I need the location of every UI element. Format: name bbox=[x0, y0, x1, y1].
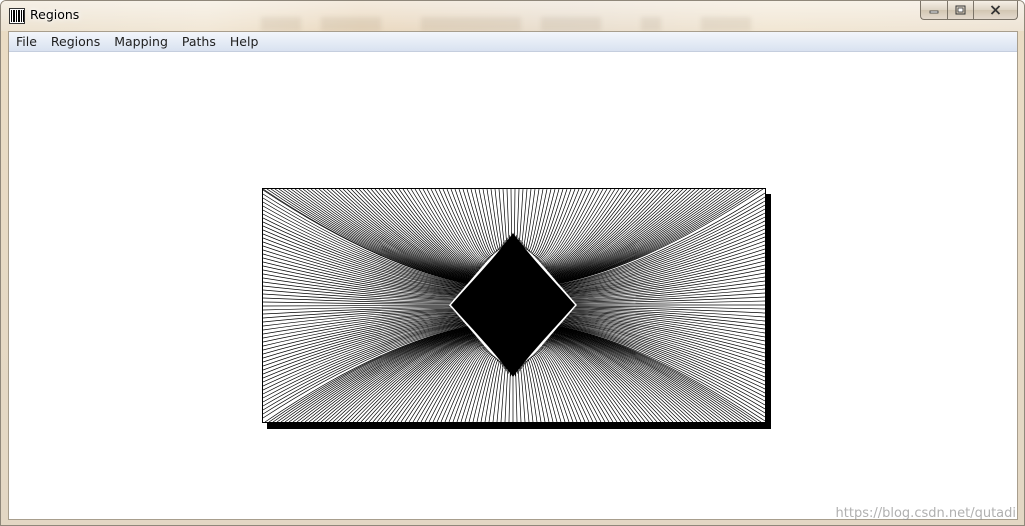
field-line bbox=[530, 356, 554, 422]
maximize-button[interactable] bbox=[947, 1, 974, 20]
field-line bbox=[263, 304, 450, 307]
field-line bbox=[472, 356, 496, 422]
field-line bbox=[513, 189, 516, 243]
field-line bbox=[494, 189, 504, 248]
field-line bbox=[510, 189, 513, 243]
field-line bbox=[263, 306, 451, 315]
window-title: Regions bbox=[30, 7, 80, 22]
field-line bbox=[516, 189, 520, 244]
menu-regions[interactable]: Regions bbox=[44, 32, 107, 51]
maximize-icon bbox=[955, 5, 966, 15]
menu-paths[interactable]: Paths bbox=[175, 32, 223, 51]
field-line bbox=[570, 311, 765, 338]
caption-buttons bbox=[920, 1, 1018, 21]
menu-help[interactable]: Help bbox=[223, 32, 266, 51]
line-field-graphic bbox=[263, 189, 765, 422]
menu-mapping[interactable]: Mapping bbox=[107, 32, 175, 51]
field-line bbox=[520, 189, 528, 247]
minimize-button[interactable] bbox=[920, 1, 947, 20]
close-icon bbox=[990, 5, 1001, 15]
barcode-app-icon[interactable] bbox=[9, 8, 25, 24]
field-line bbox=[570, 272, 765, 299]
field-line bbox=[504, 365, 509, 422]
field-line bbox=[506, 189, 510, 244]
close-button[interactable] bbox=[974, 1, 1018, 20]
field-line bbox=[517, 365, 522, 422]
field-line bbox=[515, 367, 518, 422]
field-line bbox=[498, 189, 506, 247]
field-line bbox=[522, 189, 532, 248]
menu-file[interactable]: File bbox=[9, 32, 44, 51]
field-line bbox=[508, 367, 511, 422]
minimize-icon bbox=[929, 10, 939, 14]
field-line bbox=[552, 189, 680, 278]
drawing-canvas[interactable] bbox=[9, 52, 1017, 519]
field-line bbox=[346, 189, 474, 278]
menu-bar: File Regions Mapping Paths Help bbox=[9, 32, 1017, 52]
client-area: File Regions Mapping Paths Help bbox=[8, 31, 1018, 520]
title-bar[interactable] bbox=[1, 1, 1024, 31]
watermark: https://blog.csdn.net/qutadi bbox=[835, 506, 1016, 521]
app-window: Regions File Regions Mapping Paths Help bbox=[0, 0, 1025, 526]
region-figure bbox=[262, 188, 766, 423]
